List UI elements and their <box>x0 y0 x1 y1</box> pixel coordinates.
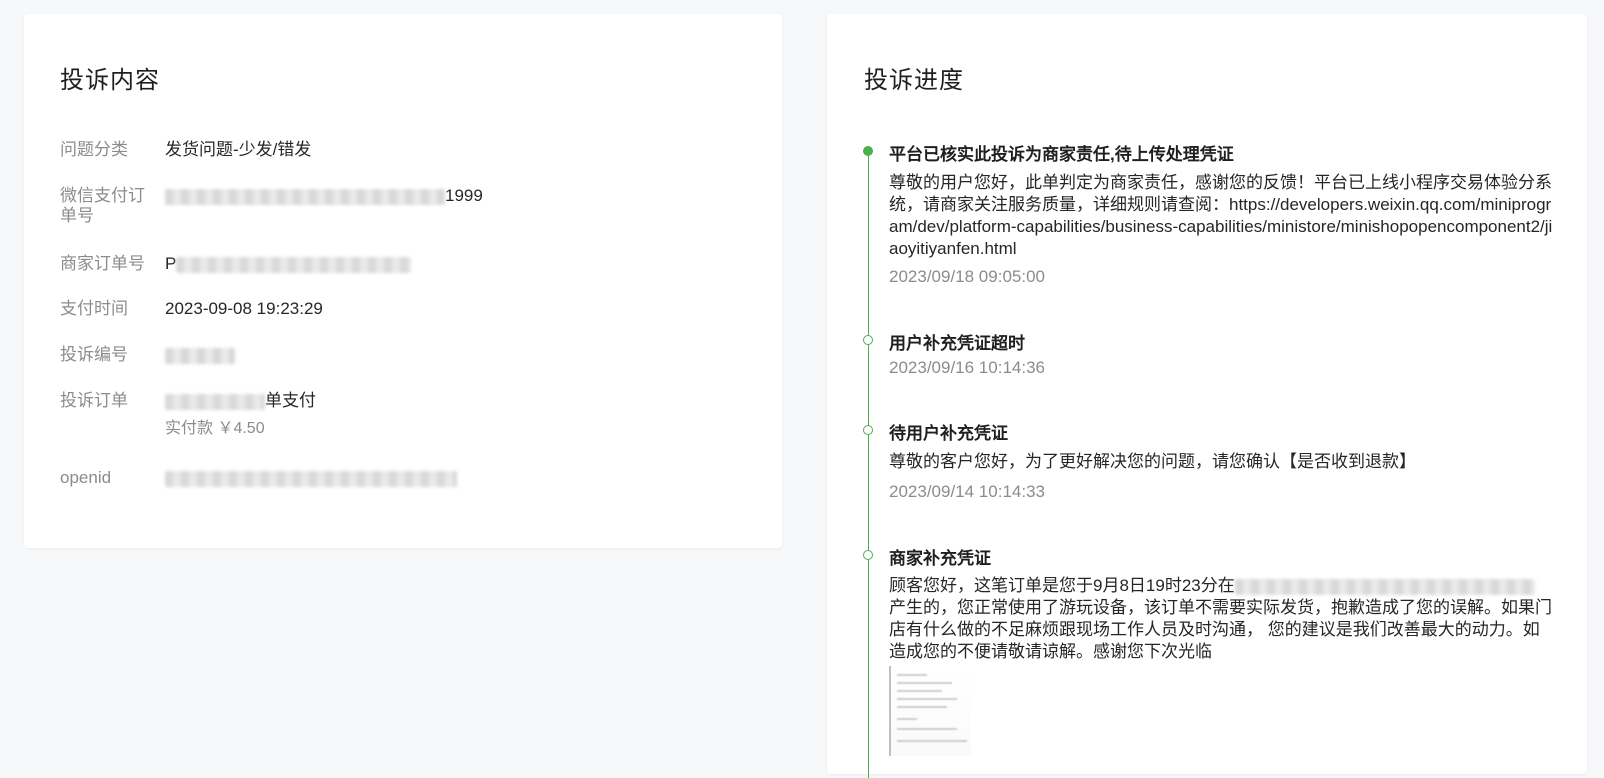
field-sub-value: 实付款 ￥4.50 <box>165 420 265 437</box>
field-complaint-no: 投诉编号 <box>60 345 740 367</box>
field-value: 发货问题-少发/错发 <box>165 140 312 159</box>
timeline-entry-time: 2023/09/18 09:05:00 <box>889 267 1045 286</box>
redacted-mask <box>1234 578 1535 595</box>
evidence-text-line <box>897 740 967 742</box>
complaint-content-card: 投诉内容 问题分类 发货问题-少发/错发 微信支付订单号 1999 商家订单号 … <box>24 14 782 548</box>
field-pay-time: 支付时间 2023-09-08 19:23:29 <box>60 299 740 321</box>
timeline-dot <box>863 335 873 345</box>
evidence-text-line <box>897 682 952 684</box>
timeline-dot <box>863 550 873 560</box>
redacted-mask <box>165 188 445 205</box>
timeline-dot <box>863 425 873 435</box>
timeline-entry-text: 尊敬的用户您好，此单判定为商家责任，感谢您的反馈！平台已上线小程序交易体验分系统… <box>889 173 1553 258</box>
timeline-entry-text: 尊敬的客户您好，为了更好解决您的问题，请您确认【是否收到退款】 <box>889 452 1416 471</box>
timeline-line <box>868 148 869 778</box>
timeline-entry-title: 商家补充凭证 <box>889 549 991 568</box>
redacted-mask <box>165 347 235 364</box>
field-label: 支付时间 <box>60 299 128 318</box>
field-label: 商家订单号 <box>60 254 145 273</box>
field-value <box>165 345 235 365</box>
timeline-entry-text-continued: 产生的，您正常使用了游玩设备，该订单不需要实际发货，抱歉造成了您的误解。如果门店… <box>889 598 1552 661</box>
evidence-text-line <box>897 706 947 708</box>
redacted-mask <box>176 256 412 273</box>
field-value: 单支付 <box>165 391 316 411</box>
field-value: 1999 <box>165 186 483 206</box>
field-value <box>165 468 457 488</box>
timeline-entry-title: 待用户补充凭证 <box>889 424 1008 443</box>
field-category: 问题分类 发货问题-少发/错发 <box>60 140 740 162</box>
complaint-content-title: 投诉内容 <box>60 67 160 94</box>
field-value: P <box>165 254 412 274</box>
evidence-text-line <box>897 690 942 692</box>
timeline-entry-title: 用户补充凭证超时 <box>889 334 1025 353</box>
field-complaint-order: 投诉订单 单支付 实付款 ￥4.50 <box>60 391 740 441</box>
redacted-mask <box>165 470 457 487</box>
timeline-entry-title: 平台已核实此投诉为商家责任,待上传处理凭证 <box>889 145 1234 164</box>
timeline-entry-text: 顾客您好，这笔订单是您于9月8日19时23分在 <box>889 575 1554 597</box>
complaint-progress-title: 投诉进度 <box>864 67 964 94</box>
evidence-text-line <box>897 698 957 700</box>
field-value: 2023-09-08 19:23:29 <box>165 299 323 318</box>
field-wechat-pay-order-no: 微信支付订单号 1999 <box>60 186 740 230</box>
field-label: 投诉订单 <box>60 391 128 410</box>
evidence-image-thumbnail[interactable] <box>889 666 971 756</box>
complaint-progress-card: 投诉进度 平台已核实此投诉为商家责任,待上传处理凭证 尊敬的用户您好，此单判定为… <box>827 14 1587 778</box>
timeline-dot-active <box>863 146 873 156</box>
evidence-text-line <box>897 728 957 730</box>
field-merchant-order-no: 商家订单号 P <box>60 254 740 276</box>
field-openid: openid <box>60 468 740 490</box>
timeline-entry-time: 2023/09/16 10:14:36 <box>889 358 1045 377</box>
field-label: 投诉编号 <box>60 345 128 364</box>
field-label: 问题分类 <box>60 140 128 159</box>
timeline-entry-time: 2023/09/14 10:14:33 <box>889 482 1045 501</box>
evidence-text-line <box>897 718 917 720</box>
redacted-mask <box>165 393 265 410</box>
evidence-text-line <box>897 674 927 676</box>
field-label: openid <box>60 468 112 487</box>
field-label: 微信支付订单号 <box>60 186 145 225</box>
